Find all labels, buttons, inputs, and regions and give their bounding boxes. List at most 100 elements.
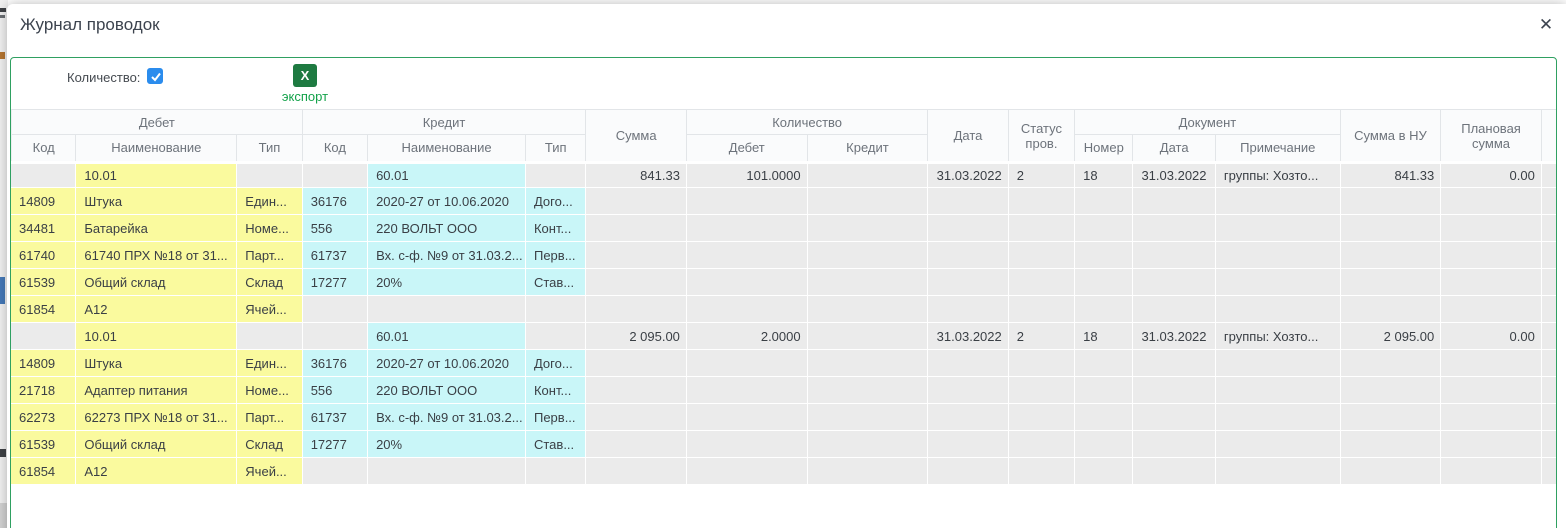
cell-qty_debit[interactable] [687, 404, 808, 431]
cell-credit_name[interactable]: Вх. с-ф. №9 от 31.03.2... [368, 404, 526, 431]
cell-date[interactable] [928, 242, 1008, 269]
cell-debit_type[interactable]: Склад [237, 269, 302, 296]
cell-sum[interactable] [586, 242, 687, 269]
cell-doc_date[interactable] [1133, 350, 1215, 377]
cell-qty_credit[interactable] [808, 269, 929, 296]
cell-credit_name[interactable] [368, 458, 526, 485]
cell-date[interactable] [928, 296, 1008, 323]
cell-credit_name[interactable]: 60.01 [368, 161, 526, 188]
cell-sum[interactable] [586, 377, 687, 404]
cell-qty_debit[interactable] [687, 431, 808, 458]
cell-qty_credit[interactable] [808, 242, 929, 269]
cell-debit_type[interactable]: Един... [237, 350, 302, 377]
cell-doc_date[interactable] [1133, 377, 1215, 404]
cell-sum[interactable] [586, 350, 687, 377]
cell-credit_name[interactable]: Вх. с-ф. №9 от 31.03.2... [368, 242, 526, 269]
cell-debit_code[interactable] [11, 323, 76, 350]
cell-debit_type[interactable]: Склад [237, 431, 302, 458]
cell-sum_nu[interactable] [1341, 188, 1442, 215]
cell-qty_credit[interactable] [808, 188, 929, 215]
cell-doc_note[interactable] [1216, 269, 1341, 296]
cell-sum[interactable] [586, 296, 687, 323]
cell-sum[interactable] [586, 458, 687, 485]
cell-debit_code[interactable] [11, 161, 76, 188]
cell-status[interactable] [1009, 269, 1075, 296]
cell-sum[interactable] [586, 431, 687, 458]
posting-detail-row[interactable]: 61854А12Ячей... [11, 296, 1557, 323]
cell-doc_number[interactable] [1075, 188, 1133, 215]
cell-sum_nu[interactable]: 2 095.00 [1341, 323, 1442, 350]
cell-doc_date[interactable] [1133, 404, 1215, 431]
cell-date[interactable] [928, 269, 1008, 296]
cell-date[interactable] [928, 458, 1008, 485]
cell-debit_type[interactable]: Един... [237, 188, 302, 215]
cell-doc_note[interactable] [1216, 188, 1341, 215]
cell-credit_name[interactable] [368, 296, 526, 323]
cell-credit_name[interactable]: 220 ВОЛЬТ ООО [368, 377, 526, 404]
cell-credit_code[interactable]: 556 [303, 377, 368, 404]
cell-debit_name[interactable]: Штука [76, 188, 237, 215]
cell-planned_sum[interactable] [1441, 431, 1542, 458]
cell-sum[interactable] [586, 269, 687, 296]
cell-date[interactable] [928, 377, 1008, 404]
posting-detail-row[interactable]: 21718Адаптер питанияНоме...556220 ВОЛЬТ … [11, 377, 1557, 404]
cell-qty_debit[interactable] [687, 377, 808, 404]
cell-doc_note[interactable] [1216, 404, 1341, 431]
cell-credit_name[interactable]: 60.01 [368, 323, 526, 350]
cell-doc_number[interactable] [1075, 350, 1133, 377]
cell-debit_type[interactable]: Парт... [237, 404, 302, 431]
cell-qty_debit[interactable] [687, 296, 808, 323]
cell-sum_nu[interactable] [1341, 269, 1442, 296]
posting-group-row[interactable]: 10.0160.012 095.002.000031.03.202221831.… [11, 323, 1557, 350]
cell-qty_credit[interactable] [808, 350, 929, 377]
posting-detail-row[interactable]: 14809ШтукаЕдин...361762020-27 от 10.06.2… [11, 188, 1557, 215]
cell-debit_code[interactable]: 61539 [11, 431, 76, 458]
cell-sum_nu[interactable] [1341, 242, 1442, 269]
cell-debit_code[interactable]: 14809 [11, 350, 76, 377]
cell-sum[interactable]: 2 095.00 [586, 323, 687, 350]
cell-sum[interactable] [586, 215, 687, 242]
cell-status[interactable] [1009, 431, 1075, 458]
cell-debit_name[interactable]: 61740 ПРХ №18 от 31... [76, 242, 237, 269]
cell-planned_sum[interactable] [1441, 215, 1542, 242]
cell-sum_nu[interactable] [1341, 458, 1442, 485]
cell-planned_sum[interactable]: 0.00 [1441, 323, 1542, 350]
cell-doc_note[interactable] [1216, 458, 1341, 485]
cell-credit_code[interactable] [303, 323, 368, 350]
cell-doc_date[interactable] [1133, 296, 1215, 323]
cell-credit_type[interactable] [526, 296, 586, 323]
quantity-checkbox[interactable] [147, 68, 163, 84]
cell-qty_credit[interactable] [808, 431, 929, 458]
cell-debit_code[interactable]: 14809 [11, 188, 76, 215]
cell-qty_credit[interactable] [808, 215, 929, 242]
cell-debit_code[interactable]: 34481 [11, 215, 76, 242]
cell-debit_name[interactable]: Общий склад [76, 431, 237, 458]
cell-planned_sum[interactable] [1441, 296, 1542, 323]
cell-credit_code[interactable] [303, 296, 368, 323]
posting-detail-row[interactable]: 61539Общий складСклад1727720%Став... [11, 431, 1557, 458]
cell-credit_code[interactable]: 61737 [303, 404, 368, 431]
cell-qty_credit[interactable] [808, 404, 929, 431]
cell-credit_name[interactable]: 2020-27 от 10.06.2020 [368, 188, 526, 215]
cell-planned_sum[interactable] [1441, 404, 1542, 431]
cell-credit_name[interactable]: 20% [368, 269, 526, 296]
cell-credit_type[interactable]: Конт... [526, 377, 586, 404]
cell-doc_number[interactable] [1075, 242, 1133, 269]
cell-doc_note[interactable]: группы: Хозто... [1216, 161, 1341, 188]
cell-status[interactable] [1009, 377, 1075, 404]
cell-date[interactable] [928, 188, 1008, 215]
cell-doc_note[interactable] [1216, 377, 1341, 404]
cell-debit_name[interactable]: Общий склад [76, 269, 237, 296]
cell-credit_type[interactable] [526, 161, 586, 188]
cell-credit_code[interactable] [303, 458, 368, 485]
cell-doc_note[interactable] [1216, 242, 1341, 269]
cell-credit_type[interactable]: Перв... [526, 242, 586, 269]
cell-doc_number[interactable] [1075, 215, 1133, 242]
posting-detail-row[interactable]: 61539Общий складСклад1727720%Став... [11, 269, 1557, 296]
cell-planned_sum[interactable] [1441, 350, 1542, 377]
cell-debit_type[interactable]: Ячей... [237, 458, 302, 485]
cell-planned_sum[interactable] [1441, 269, 1542, 296]
cell-date[interactable] [928, 215, 1008, 242]
cell-planned_sum[interactable] [1441, 242, 1542, 269]
cell-debit_code[interactable]: 61854 [11, 296, 76, 323]
